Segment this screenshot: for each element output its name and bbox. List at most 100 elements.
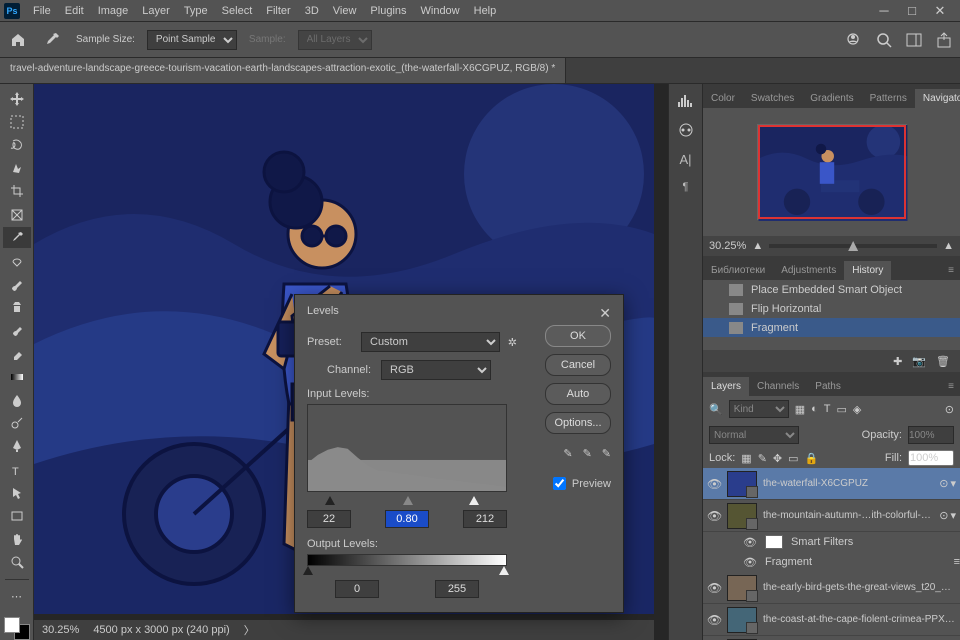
tab-swatches[interactable]: Swatches — [743, 89, 802, 108]
quick-select-tool[interactable] — [3, 158, 31, 179]
menu-filter[interactable]: Filter — [259, 5, 297, 17]
layer-row[interactable]: 👁 the-early-bird-gets-the-great-views_t2… — [703, 572, 960, 604]
filter-smart-icon[interactable]: ◈ — [853, 403, 861, 416]
filter-pixel-icon[interactable]: ▦ — [795, 403, 805, 416]
filter-type-icon[interactable]: T — [824, 403, 831, 415]
layer-thumbnail[interactable] — [727, 607, 757, 633]
search-icon[interactable] — [876, 32, 892, 48]
brush-tool[interactable] — [3, 274, 31, 295]
visibility-toggle[interactable]: 👁 — [707, 477, 721, 491]
output-white-slider[interactable] — [499, 566, 509, 575]
preview-checkbox[interactable] — [553, 477, 566, 490]
menu-plugins[interactable]: Plugins — [363, 5, 413, 17]
tab-layers[interactable]: Layers — [703, 377, 749, 396]
menu-view[interactable]: View — [326, 5, 364, 17]
cancel-button[interactable]: Cancel — [545, 354, 611, 376]
workspace-icon[interactable] — [906, 32, 922, 48]
panel-menu-icon[interactable]: ≡ — [942, 261, 960, 280]
cloud-docs-icon[interactable] — [844, 32, 862, 48]
kind-filter[interactable]: Kind — [729, 400, 789, 418]
input-gamma[interactable] — [385, 510, 429, 528]
black-eyedropper-icon[interactable]: ✎ — [563, 447, 572, 460]
menu-type[interactable]: Type — [177, 5, 215, 17]
lock-all-icon[interactable]: 🔒 — [805, 452, 819, 465]
menu-file[interactable]: File — [26, 5, 58, 17]
maximize-button[interactable]: □ — [906, 3, 918, 19]
shape-tool[interactable] — [3, 505, 31, 526]
snapshot-icon[interactable]: 📷 — [912, 355, 926, 368]
preset-select[interactable]: Custom — [361, 332, 500, 352]
layer-name[interactable]: the-early-bird-gets-the-great-views_t20_… — [763, 582, 956, 593]
gray-eyedropper-icon[interactable]: ✎ — [583, 447, 592, 460]
history-item[interactable]: Fragment — [703, 318, 960, 337]
menu-help[interactable]: Help — [467, 5, 504, 17]
panel-menu-icon[interactable]: ≡ — [942, 377, 960, 396]
output-black[interactable] — [335, 580, 379, 598]
share-icon[interactable] — [936, 32, 952, 48]
output-black-slider[interactable] — [303, 566, 313, 575]
blend-mode[interactable]: Normal — [709, 426, 799, 444]
layer-name[interactable]: the-coast-at-the-cape-fiolent-crimea-PPX… — [763, 614, 956, 625]
layer-row[interactable]: 👁 summer-poppies-in-norfolk-uk_t20_8ln8A… — [703, 636, 960, 640]
channel-select[interactable]: RGB — [381, 360, 491, 380]
zoom-slider[interactable] — [769, 244, 937, 248]
sample-select[interactable]: All Layers — [298, 30, 372, 50]
white-point-slider[interactable] — [469, 496, 479, 505]
histogram-panel-icon[interactable] — [677, 94, 695, 108]
filter-shape-icon[interactable]: ▭ — [837, 403, 847, 416]
move-tool[interactable] — [3, 88, 31, 109]
ok-button[interactable]: OK — [545, 325, 611, 347]
zoom-readout[interactable]: 30.25% — [42, 624, 79, 636]
edit-toolbar[interactable]: ⋯ — [3, 586, 31, 607]
smart-filters-row[interactable]: 👁Smart Filters — [703, 532, 960, 552]
tab-patterns[interactable]: Patterns — [862, 89, 915, 108]
tab-paths[interactable]: Paths — [807, 377, 849, 396]
lock-position-icon[interactable]: ✥ — [773, 452, 782, 465]
status-chevron[interactable]: 〉 — [244, 622, 255, 638]
eyedropper-tool[interactable] — [3, 227, 31, 248]
crop-tool[interactable] — [3, 181, 31, 202]
kind-search-icon[interactable]: 🔍 — [709, 403, 723, 416]
opacity-input[interactable] — [908, 426, 954, 444]
document-tab[interactable]: travel-adventure-landscape-greece-touris… — [0, 58, 566, 83]
minimize-button[interactable]: ─ — [878, 3, 890, 19]
layer-thumbnail[interactable] — [727, 471, 757, 497]
zoom-in-icon[interactable]: ▲ — [943, 240, 954, 252]
blur-tool[interactable] — [3, 389, 31, 410]
tab-channels[interactable]: Channels — [749, 377, 807, 396]
gradient-tool[interactable] — [3, 366, 31, 387]
frame-tool[interactable] — [3, 204, 31, 225]
smart-filter-item[interactable]: 👁Fragment≡ — [703, 552, 960, 572]
input-slider-track[interactable] — [307, 496, 507, 506]
input-black[interactable] — [307, 510, 351, 528]
white-eyedropper-icon[interactable]: ✎ — [602, 447, 611, 460]
pen-tool[interactable] — [3, 436, 31, 457]
paragraph-panel-icon[interactable]: ¶ — [683, 181, 689, 193]
layer-row[interactable]: 👁 the-coast-at-the-cape-fiolent-crimea-P… — [703, 604, 960, 636]
character-panel-icon[interactable]: A| — [679, 152, 691, 167]
layer-thumbnail[interactable] — [727, 575, 757, 601]
menu-image[interactable]: Image — [91, 5, 136, 17]
lock-paint-icon[interactable]: ✎ — [758, 452, 767, 465]
tab-color[interactable]: Color — [703, 89, 743, 108]
input-white[interactable] — [463, 510, 507, 528]
navigator-preview[interactable] — [757, 124, 907, 220]
filter-toggle[interactable]: ⊙ — [945, 403, 954, 416]
dodge-tool[interactable] — [3, 413, 31, 434]
tab-libraries[interactable]: Библиотеки — [703, 261, 773, 280]
dialog-close-icon[interactable]: ✕ — [599, 305, 611, 322]
output-slider-track[interactable] — [307, 566, 507, 576]
visibility-toggle[interactable]: 👁 — [707, 581, 721, 595]
output-white[interactable] — [435, 580, 479, 598]
zoom-tool[interactable] — [3, 552, 31, 573]
info-panel-icon[interactable] — [678, 122, 694, 138]
auto-button[interactable]: Auto — [545, 383, 611, 405]
color-swatches[interactable] — [4, 617, 30, 640]
tab-history[interactable]: History — [844, 261, 891, 280]
layer-thumbnail[interactable] — [727, 503, 757, 529]
tab-adjustments[interactable]: Adjustments — [773, 261, 844, 280]
options-button[interactable]: Options... — [545, 412, 611, 434]
clone-tool[interactable] — [3, 297, 31, 318]
menu-3d[interactable]: 3D — [298, 5, 326, 17]
sample-size-select[interactable]: Point Sample — [147, 30, 237, 50]
